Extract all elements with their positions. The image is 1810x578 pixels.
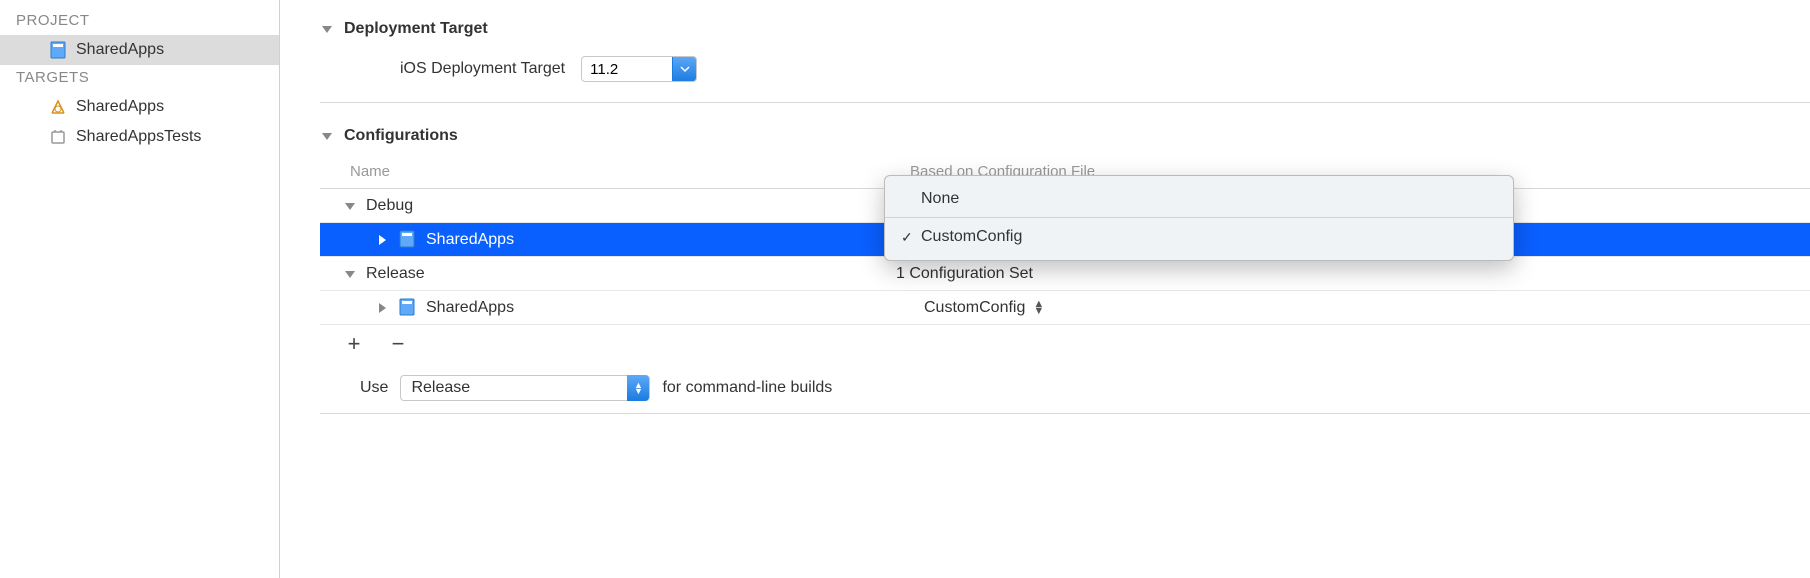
up-down-icon: ▲▼ [1033, 301, 1044, 315]
config-file-dropdown[interactable]: None ✓ CustomConfig [884, 175, 1514, 261]
sidebar-target-item[interactable]: SharedAppsTests [0, 122, 279, 152]
remove-button[interactable]: − [388, 331, 408, 357]
deployment-target-label: iOS Deployment Target [400, 60, 565, 78]
dropdown-item-none[interactable]: None [885, 180, 1513, 218]
use-suffix-label: for command-line builds [662, 379, 832, 397]
config-name: Release [366, 265, 896, 283]
config-name: SharedApps [426, 299, 924, 317]
deployment-target-combo[interactable] [581, 56, 697, 82]
configurations-table: None ✓ CustomConfig Debug [320, 188, 1810, 414]
disclosure-triangle-icon[interactable] [376, 301, 390, 315]
sidebar-target-item[interactable]: SharedApps [0, 92, 279, 122]
sidebar-target-label: SharedAppsTests [76, 128, 201, 146]
column-header-name[interactable]: Name [350, 163, 910, 180]
deployment-target-input[interactable] [582, 58, 672, 81]
config-name: SharedApps [426, 231, 926, 249]
disclosure-triangle-icon[interactable] [376, 233, 390, 247]
config-row-release[interactable]: Release 1 Configuration Set [320, 257, 1810, 291]
up-down-icon: ▲▼ [627, 375, 649, 401]
use-label: Use [360, 379, 388, 397]
xcode-project-icon [398, 230, 418, 250]
disclosure-triangle-icon[interactable] [344, 199, 358, 213]
deployment-section: Deployment Target iOS Deployment Target [320, 20, 1810, 103]
deployment-section-title: Deployment Target [344, 20, 488, 38]
table-toolbar: + − [320, 325, 1810, 363]
config-file-value: 1 Configuration Set [896, 265, 1810, 283]
xcode-project-icon [398, 298, 418, 318]
configurations-section: Configurations Name Based on Configurati… [320, 127, 1810, 414]
chevron-down-icon[interactable] [672, 56, 696, 82]
use-config-row: Use Release ▲▼ for command-line builds [320, 363, 1810, 414]
disclosure-triangle-icon [320, 129, 334, 143]
disclosure-triangle-icon[interactable] [344, 267, 358, 281]
disclosure-triangle-icon [320, 22, 334, 36]
add-button[interactable]: + [344, 331, 364, 357]
deployment-section-header[interactable]: Deployment Target [320, 20, 1810, 38]
dropdown-item-customconfig[interactable]: ✓ CustomConfig [885, 218, 1513, 256]
configurations-section-title: Configurations [344, 127, 458, 145]
sidebar-project-label: SharedApps [76, 41, 164, 59]
project-section-header: PROJECT [0, 8, 279, 35]
config-name: Debug [366, 197, 866, 215]
configurations-section-header[interactable]: Configurations [320, 127, 1810, 145]
dropdown-item-label: CustomConfig [921, 228, 1022, 246]
use-config-select[interactable]: Release ▲▼ [400, 375, 650, 401]
test-target-icon [48, 127, 68, 147]
sidebar: PROJECT SharedApps TARGETS SharedApps Sh… [0, 0, 280, 578]
config-row-release-sharedapps[interactable]: SharedApps CustomConfig ▲▼ [320, 291, 1810, 325]
checkmark-icon: ✓ [901, 229, 921, 246]
sidebar-target-label: SharedApps [76, 98, 164, 116]
section-divider [320, 102, 1810, 103]
dropdown-item-label: None [921, 190, 959, 208]
app-target-icon [48, 97, 68, 117]
xcode-project-icon [48, 40, 68, 60]
sidebar-project-item[interactable]: SharedApps [0, 35, 279, 65]
targets-section-header: TARGETS [0, 65, 279, 92]
deployment-target-row: iOS Deployment Target [320, 56, 1810, 82]
main-content: Deployment Target iOS Deployment Target … [280, 0, 1810, 578]
use-config-value: Release [411, 379, 627, 397]
config-file-popup[interactable]: CustomConfig ▲▼ [924, 299, 1810, 317]
